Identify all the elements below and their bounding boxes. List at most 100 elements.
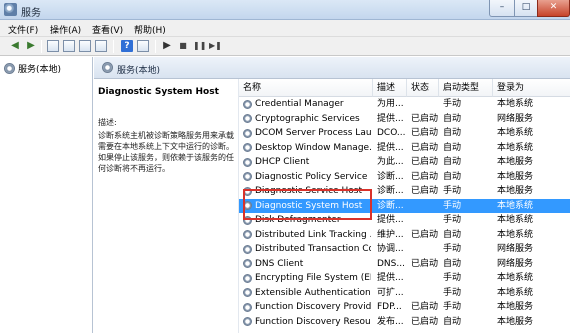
toolbar-separator (155, 40, 156, 53)
column-header-description[interactable]: 描述 (373, 79, 407, 97)
service-status: 已启动 (411, 128, 439, 138)
restart-service-icon[interactable]: ▶❚ (209, 40, 222, 52)
service-name-cell: Desktop Window Manage... (243, 141, 371, 156)
service-row[interactable]: Distributed Link Tracking ... 维护... 已启动 自动 本… (239, 228, 570, 243)
service-description: 为用... (377, 99, 404, 109)
service-row[interactable]: DNS Client DNS... 已启动 自动 网络服务 (239, 257, 570, 272)
service-row[interactable]: Diagnostic Policy Service 诊断... 已启动 自动 本地服务 (239, 170, 570, 185)
properties-icon[interactable] (63, 40, 75, 52)
service-startup-type: 自动 (443, 142, 462, 153)
gear-icon (4, 62, 15, 74)
service-status: 已启动 (411, 142, 439, 153)
service-startup-type: 手动 (443, 244, 462, 254)
service-name: Distributed Link Tracking ... (255, 229, 371, 240)
gear-icon (102, 62, 113, 73)
service-row[interactable]: DHCP Client 为此... 已启动 自动 本地服务 (239, 155, 570, 170)
service-name-cell: Diagnostic Policy Service (243, 170, 371, 185)
service-description: 提供... (377, 215, 404, 225)
service-row[interactable]: Credential Manager 为用... 手动 本地系统 (239, 97, 570, 112)
service-name-cell: Cryptographic Services (243, 112, 371, 127)
minimize-button[interactable]: – (489, 0, 515, 17)
pane-header: 服务(本地) (94, 57, 570, 79)
service-name-cell: Distributed Link Tracking ... (243, 228, 371, 243)
menu-action[interactable]: 操作(A) (50, 23, 81, 36)
service-name: Cryptographic Services (255, 113, 360, 124)
forward-icon[interactable]: ▶ (25, 40, 37, 52)
service-status: 已启动 (411, 113, 439, 124)
maximize-button[interactable]: □ (514, 0, 538, 17)
menu-help[interactable]: 帮助(H) (134, 23, 166, 36)
service-name-cell: Function Discovery Resour... (243, 315, 371, 330)
tree-item-services-local[interactable]: 服务(本地) (4, 61, 61, 75)
service-name-cell: Function Discovery Provide... (243, 300, 371, 315)
pause-service-icon[interactable]: ❚❚ (193, 40, 206, 52)
menu-file[interactable]: 文件(F) (8, 23, 38, 36)
service-description-panel: Diagnostic System Host 描述: 诊断系统主机被诊断策略服务… (94, 79, 238, 333)
gear-icon (243, 157, 252, 167)
service-row[interactable]: Function Discovery Resour... 发布... 已启动 自动 本地… (239, 315, 570, 330)
service-status: 已启动 (411, 316, 439, 327)
service-row[interactable]: Extensible Authentication P... 可扩... 手动 本地系… (239, 286, 570, 301)
back-icon[interactable]: ◀ (9, 40, 21, 52)
gear-icon (243, 273, 252, 283)
service-name: Encrypting File System (EFS) (255, 273, 371, 283)
service-row[interactable]: DCOM Server Process Lau... DCO... 已启动 自动 本地系… (239, 126, 570, 141)
gear-icon (243, 259, 252, 269)
service-startup-type: 自动 (443, 316, 462, 327)
menu-view[interactable]: 查看(V) (92, 23, 123, 36)
service-startup-type: 手动 (443, 273, 462, 283)
service-name: Desktop Window Manage... (255, 142, 371, 153)
service-startup-type: 自动 (443, 229, 462, 240)
service-row[interactable]: Distributed Transaction Co... 协调... 手动 网络服务 (239, 242, 570, 257)
close-button[interactable]: ✕ (537, 0, 570, 17)
service-logon-as: 网络服务 (497, 258, 534, 269)
start-service-icon[interactable]: ▶ (161, 40, 173, 52)
service-logon-as: 本地服务 (497, 171, 534, 182)
column-header-startup-type[interactable]: 启动类型 (439, 79, 493, 97)
service-description: 提供... (377, 273, 404, 283)
service-logon-as: 网络服务 (497, 113, 534, 124)
service-status (411, 213, 439, 228)
service-row[interactable]: Function Discovery Provide... FDP... 已启动手动… (239, 300, 570, 315)
title-bar: 服务 – □ ✕ (0, 0, 570, 20)
gear-icon (243, 302, 252, 312)
column-header-logon-as[interactable]: 登录为 (493, 79, 570, 97)
refresh-icon[interactable] (79, 40, 91, 52)
service-logon-as: 本地系统 (497, 99, 534, 109)
service-status: 已启动 (411, 186, 439, 196)
service-name-cell: DCOM Server Process Lau... (243, 126, 371, 141)
service-logon-as: 本地系统 (497, 229, 534, 240)
column-header-name[interactable]: 名称 (239, 79, 373, 97)
service-name-cell: Extensible Authentication P... (243, 286, 371, 301)
service-name-cell: DHCP Client (243, 155, 371, 170)
service-name-cell: Encrypting File System (EFS) (243, 271, 371, 286)
menu-bar: 文件(F) 操作(A) 查看(V) 帮助(H) (0, 20, 570, 37)
selected-service-name: Diagnostic System Host (98, 87, 219, 97)
service-logon-as: 本地服务 (497, 316, 534, 327)
service-status: 已启动 (411, 258, 439, 269)
service-row[interactable]: Cryptographic Services 提供... 已启动 自动 网络服务 (239, 112, 570, 127)
stop-service-icon[interactable]: ■ (177, 40, 189, 52)
toolbar-separator (41, 40, 42, 53)
service-startup-type: 自动 (443, 171, 462, 182)
export-list-icon[interactable] (95, 40, 107, 52)
column-header-status[interactable]: 状态 (407, 79, 439, 97)
service-logon-as: 本地服务 (497, 302, 534, 312)
service-startup-type: 自动 (443, 258, 462, 269)
gear-icon (243, 99, 252, 109)
service-name: Function Discovery Provide... (255, 302, 371, 312)
service-description: 提供... (377, 142, 404, 153)
pane-header-label: 服务(本地) (117, 66, 161, 76)
service-logon-as: 本地系统 (497, 287, 534, 298)
service-startup-type: 手动 (443, 186, 462, 196)
service-row[interactable]: Desktop Window Manage... 提供... 已启动 自动 本地系统 (239, 141, 570, 156)
service-logon-as: 本地服务 (497, 157, 534, 167)
help-icon[interactable]: ? (121, 40, 133, 52)
service-row[interactable]: Encrypting File System (EFS) 提供... 手动 本地系统 (239, 271, 570, 286)
services-app-icon (4, 3, 17, 16)
action-pane-icon[interactable] (137, 40, 149, 52)
service-name: Distributed Transaction Co... (255, 244, 371, 254)
show-console-tree-icon[interactable] (47, 40, 59, 52)
service-status: 已启动 (411, 157, 439, 167)
service-status (411, 286, 439, 301)
